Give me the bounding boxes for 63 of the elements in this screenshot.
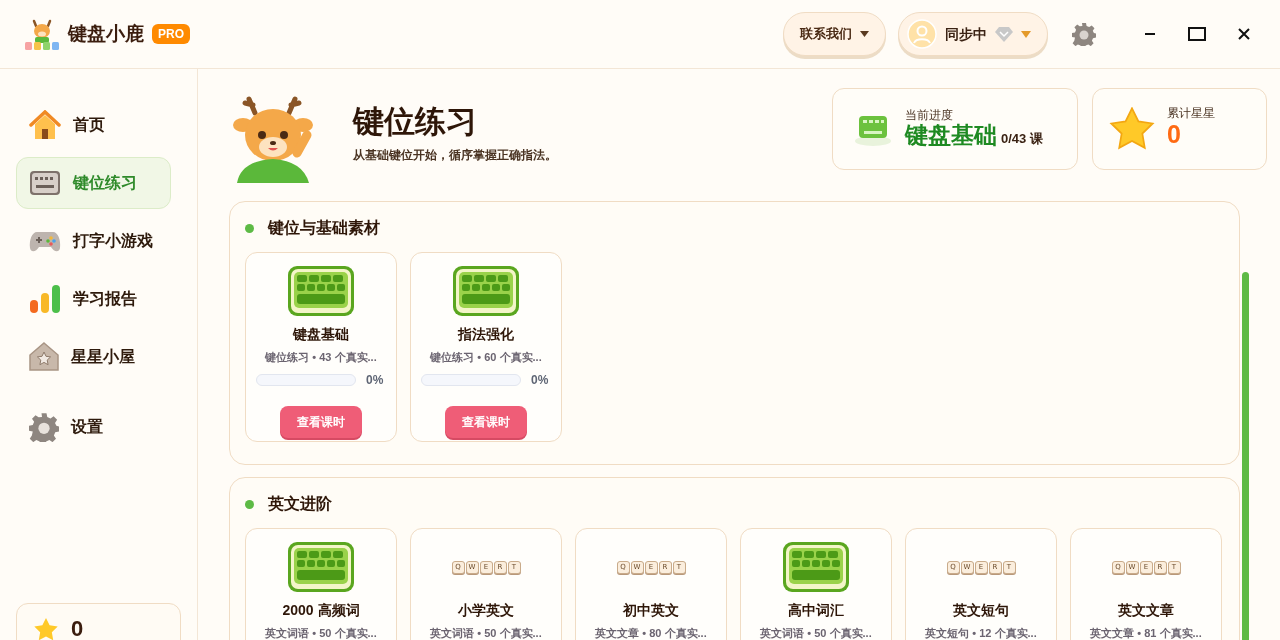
- house-icon: [29, 110, 61, 140]
- sidebar-item[interactable]: 学习报告: [16, 273, 171, 325]
- sidebar-item[interactable]: 键位练习: [16, 157, 171, 209]
- keyboard-icon: [287, 541, 355, 593]
- keyboard-icon: [287, 265, 355, 317]
- course-title: 初中英文: [623, 601, 679, 620]
- course-meta: 英文文章 • 81 个真实...: [1090, 626, 1202, 640]
- course-card[interactable]: 指法强化 键位练习 • 60 个真实... 0% 查看课时: [410, 252, 562, 442]
- course-title: 英文短句: [953, 601, 1009, 620]
- progress-percent: 0%: [531, 371, 549, 389]
- page-subtitle: 从基础键位开始，循序掌握正确指法。: [353, 146, 557, 164]
- course-meta: 键位练习 • 60 个真实...: [430, 350, 542, 365]
- close-icon[interactable]: [1238, 28, 1250, 40]
- lesson-count: 0/43 课: [1001, 129, 1043, 148]
- keyboard-icon: [29, 170, 61, 196]
- course-title: 高中词汇: [788, 601, 844, 620]
- section-title: 英文进阶: [268, 494, 332, 514]
- bar-chart-icon: [29, 284, 61, 314]
- sidebar-item[interactable]: 打字小游戏: [16, 215, 171, 267]
- settings-icon[interactable]: [1072, 22, 1096, 46]
- maximize-icon[interactable]: [1188, 27, 1206, 41]
- star-count: 0: [71, 615, 84, 640]
- stars-label: 累计星星: [1167, 107, 1215, 120]
- course-title: 小学英文: [458, 601, 514, 620]
- course-title: 2000 高频词: [282, 601, 360, 620]
- stars-value: 0: [1167, 119, 1182, 151]
- account-sync-button[interactable]: 同步中: [898, 12, 1048, 56]
- course-meta: 英文短句 • 12 个真实...: [925, 626, 1037, 640]
- caret-icon: [860, 31, 869, 37]
- star-icon: [1109, 107, 1155, 151]
- settings-icon: [29, 412, 59, 442]
- course-meta: 英文词语 • 50 个真实...: [265, 626, 377, 640]
- course-meta: 键位练习 • 43 个真实...: [265, 350, 377, 365]
- course-title: 键盘基础: [293, 325, 349, 344]
- sidebar-item[interactable]: 设置: [16, 401, 171, 453]
- course-meta: 英文文章 • 80 个真实...: [595, 626, 707, 640]
- scrollbar[interactable]: [1242, 272, 1249, 640]
- course-card[interactable]: 键盘基础 键位练习 • 43 个真实... 0% 查看课时: [245, 252, 397, 442]
- page-title: 键位练习: [353, 103, 478, 141]
- sidebar-item[interactable]: 首页: [16, 99, 171, 151]
- sidebar-item[interactable]: 星星小屋: [16, 331, 171, 383]
- avatar-icon: [907, 19, 937, 49]
- course-meta: 英文词语 • 50 个真实...: [430, 626, 542, 640]
- contact-dropdown-button[interactable]: 联系我们: [783, 12, 886, 56]
- star-icon: [33, 617, 59, 640]
- course-meta: 英文词语 • 50 个真实...: [760, 626, 872, 640]
- star-house-icon: [29, 342, 59, 372]
- keyboard-icon: [782, 541, 850, 593]
- section-title: 键位与基础素材: [268, 218, 380, 238]
- current-course: 键盘基础: [905, 121, 997, 150]
- progress-percent: 0%: [366, 371, 384, 389]
- deer-logo-icon: [24, 17, 60, 51]
- course-title: 英文文章: [1118, 601, 1174, 620]
- diamond-icon: [995, 26, 1013, 42]
- course-title: 指法强化: [458, 325, 514, 344]
- progress-label: 当前进度: [905, 108, 954, 121]
- app-title: 键盘小鹿: [68, 21, 144, 46]
- course-card[interactable]: 高中词汇 英文词语 • 50 个真实...: [740, 528, 892, 640]
- gamepad-icon: [29, 229, 61, 253]
- pro-badge: PRO: [152, 24, 190, 44]
- keyboard-icon: [452, 265, 520, 317]
- caret-icon: [1021, 30, 1031, 38]
- course-card[interactable]: 2000 高频词 英文词语 • 50 个真实...: [245, 528, 397, 640]
